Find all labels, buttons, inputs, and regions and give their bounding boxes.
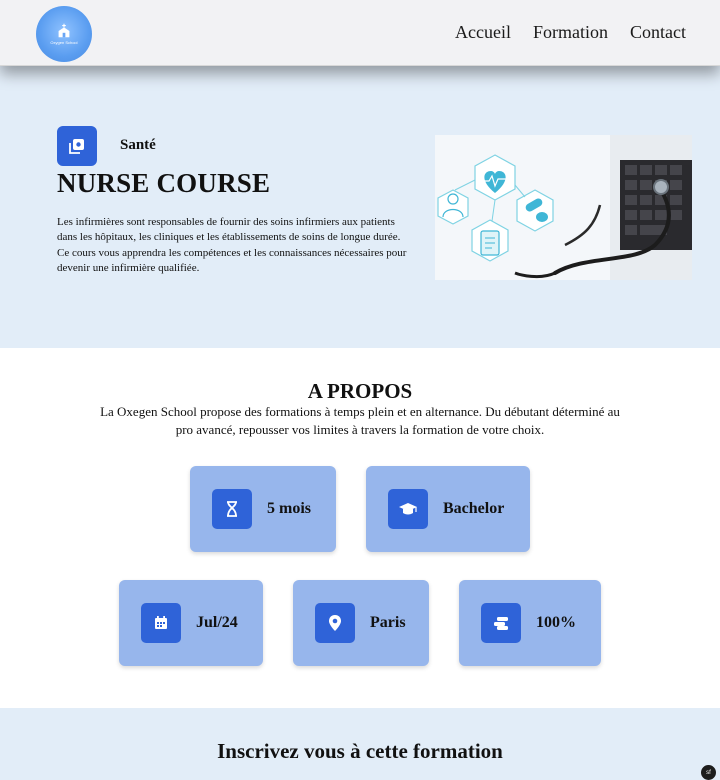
- signup-title: Inscrivez vous à cette formation: [217, 739, 503, 763]
- nav-formation[interactable]: Formation: [533, 22, 608, 43]
- card-label: 5 mois: [267, 500, 311, 517]
- info-card-date: Jul/24: [119, 580, 263, 666]
- medical-illustration: [435, 135, 692, 280]
- card-label: Paris: [370, 614, 406, 631]
- about-description: La Oxegen School propose des formations …: [100, 404, 620, 437]
- main-nav: Accueil Formation Contact: [455, 22, 686, 43]
- info-card-funding: 100%: [459, 580, 601, 666]
- graduation-cap-icon: [388, 489, 428, 529]
- floating-action-button[interactable]: sf: [701, 765, 716, 780]
- site-header: Oxygen School Accueil Formation Contact: [0, 0, 720, 66]
- category-label: Santé: [120, 137, 156, 153]
- course-description: Les infirmières sont responsables de fou…: [57, 216, 407, 275]
- school-building-icon: [58, 23, 70, 38]
- card-label: 100%: [536, 614, 576, 631]
- logo-text: Oxygen School: [50, 40, 78, 46]
- calendar-icon: [141, 603, 181, 643]
- about-title: A PROPOS: [307, 379, 413, 403]
- nav-contact[interactable]: Contact: [630, 22, 686, 43]
- info-card-location: Paris: [293, 580, 429, 666]
- hourglass-icon: [212, 489, 252, 529]
- info-card-duration: 5 mois: [190, 466, 336, 552]
- school-logo[interactable]: Oxygen School: [36, 6, 92, 62]
- card-label: Bachelor: [443, 500, 505, 517]
- nav-accueil[interactable]: Accueil: [455, 22, 511, 43]
- coins-icon: [481, 603, 521, 643]
- info-card-degree: Bachelor: [366, 466, 530, 552]
- card-label: Jul/24: [196, 614, 238, 631]
- copy-icon: [57, 126, 97, 166]
- course-title: NURSE COURSE: [57, 168, 271, 198]
- location-pin-icon: [315, 603, 355, 643]
